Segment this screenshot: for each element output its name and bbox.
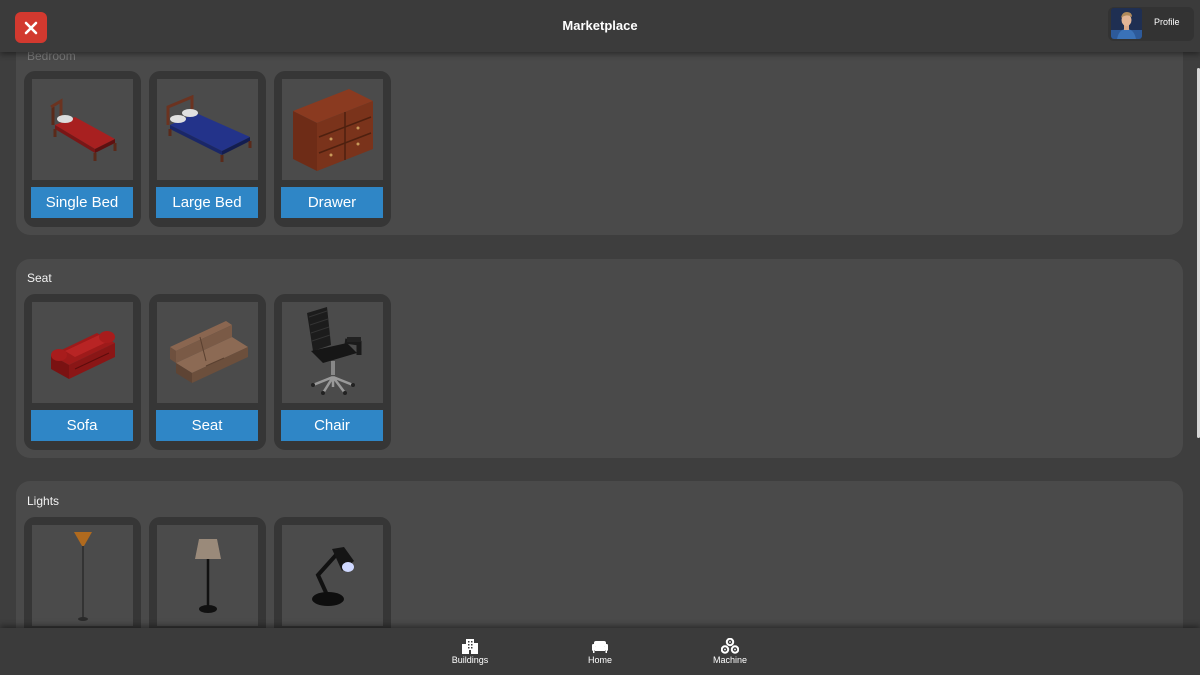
page-title: Marketplace	[562, 18, 638, 33]
single-bed-button[interactable]: Single Bed	[31, 187, 133, 218]
avatar	[1111, 8, 1142, 39]
category-title: Bedroom	[27, 52, 76, 63]
floor-lamp-image	[157, 525, 258, 626]
buildings-icon	[462, 639, 478, 654]
nav-machine[interactable]: Machine	[690, 638, 770, 665]
sofa-image	[32, 302, 133, 403]
category-bedroom: Bedroom Single Bed Large Bed Drawer	[16, 52, 1183, 235]
nav-label: Home	[587, 655, 612, 665]
large-bed-button[interactable]: Large Bed	[156, 187, 258, 218]
item-card-seat[interactable]: Seat	[149, 294, 266, 450]
drawer-image	[282, 79, 383, 180]
top-bar: Marketplace Profile	[0, 0, 1200, 52]
item-card-chair[interactable]: Chair	[274, 294, 391, 450]
item-card-single-bed[interactable]: Single Bed	[24, 71, 141, 227]
marketplace-content: Bedroom Single Bed Large Bed Drawer Seat…	[0, 52, 1200, 628]
item-card-drawer[interactable]: Drawer	[274, 71, 391, 227]
desk-lamp-image	[282, 525, 383, 626]
drawer-button[interactable]: Drawer	[281, 187, 383, 218]
profile-label: Profile	[1154, 17, 1180, 27]
nav-label: Buildings	[451, 655, 489, 665]
item-card-floor-lamp[interactable]	[149, 517, 266, 628]
item-card-torchiere-lamp[interactable]	[24, 517, 141, 628]
home-sofa-icon	[592, 641, 608, 653]
item-card-desk-lamp[interactable]	[274, 517, 391, 628]
sofa-button[interactable]: Sofa	[31, 410, 133, 441]
machine-gears-icon	[721, 638, 739, 654]
nav-home[interactable]: Home	[560, 638, 640, 665]
category-lights: Lights	[16, 481, 1183, 628]
nav-label: Machine	[712, 655, 748, 665]
large-bed-image	[157, 79, 258, 180]
category-title: Lights	[27, 494, 60, 508]
chair-button[interactable]: Chair	[281, 410, 383, 441]
chair-image	[282, 302, 383, 403]
category-seat: Seat Sofa Seat Chair	[16, 259, 1183, 458]
bottom-nav: Buildings Home Machine	[0, 628, 1200, 675]
nav-buildings[interactable]: Buildings	[430, 638, 510, 665]
item-card-sofa[interactable]: Sofa	[24, 294, 141, 450]
category-title: Seat	[27, 271, 52, 285]
item-card-large-bed[interactable]: Large Bed	[149, 71, 266, 227]
seat-image	[157, 302, 258, 403]
seat-button[interactable]: Seat	[156, 410, 258, 441]
torchiere-lamp-image	[32, 525, 133, 626]
single-bed-image	[32, 79, 133, 180]
profile-button[interactable]: Profile	[1108, 7, 1194, 41]
